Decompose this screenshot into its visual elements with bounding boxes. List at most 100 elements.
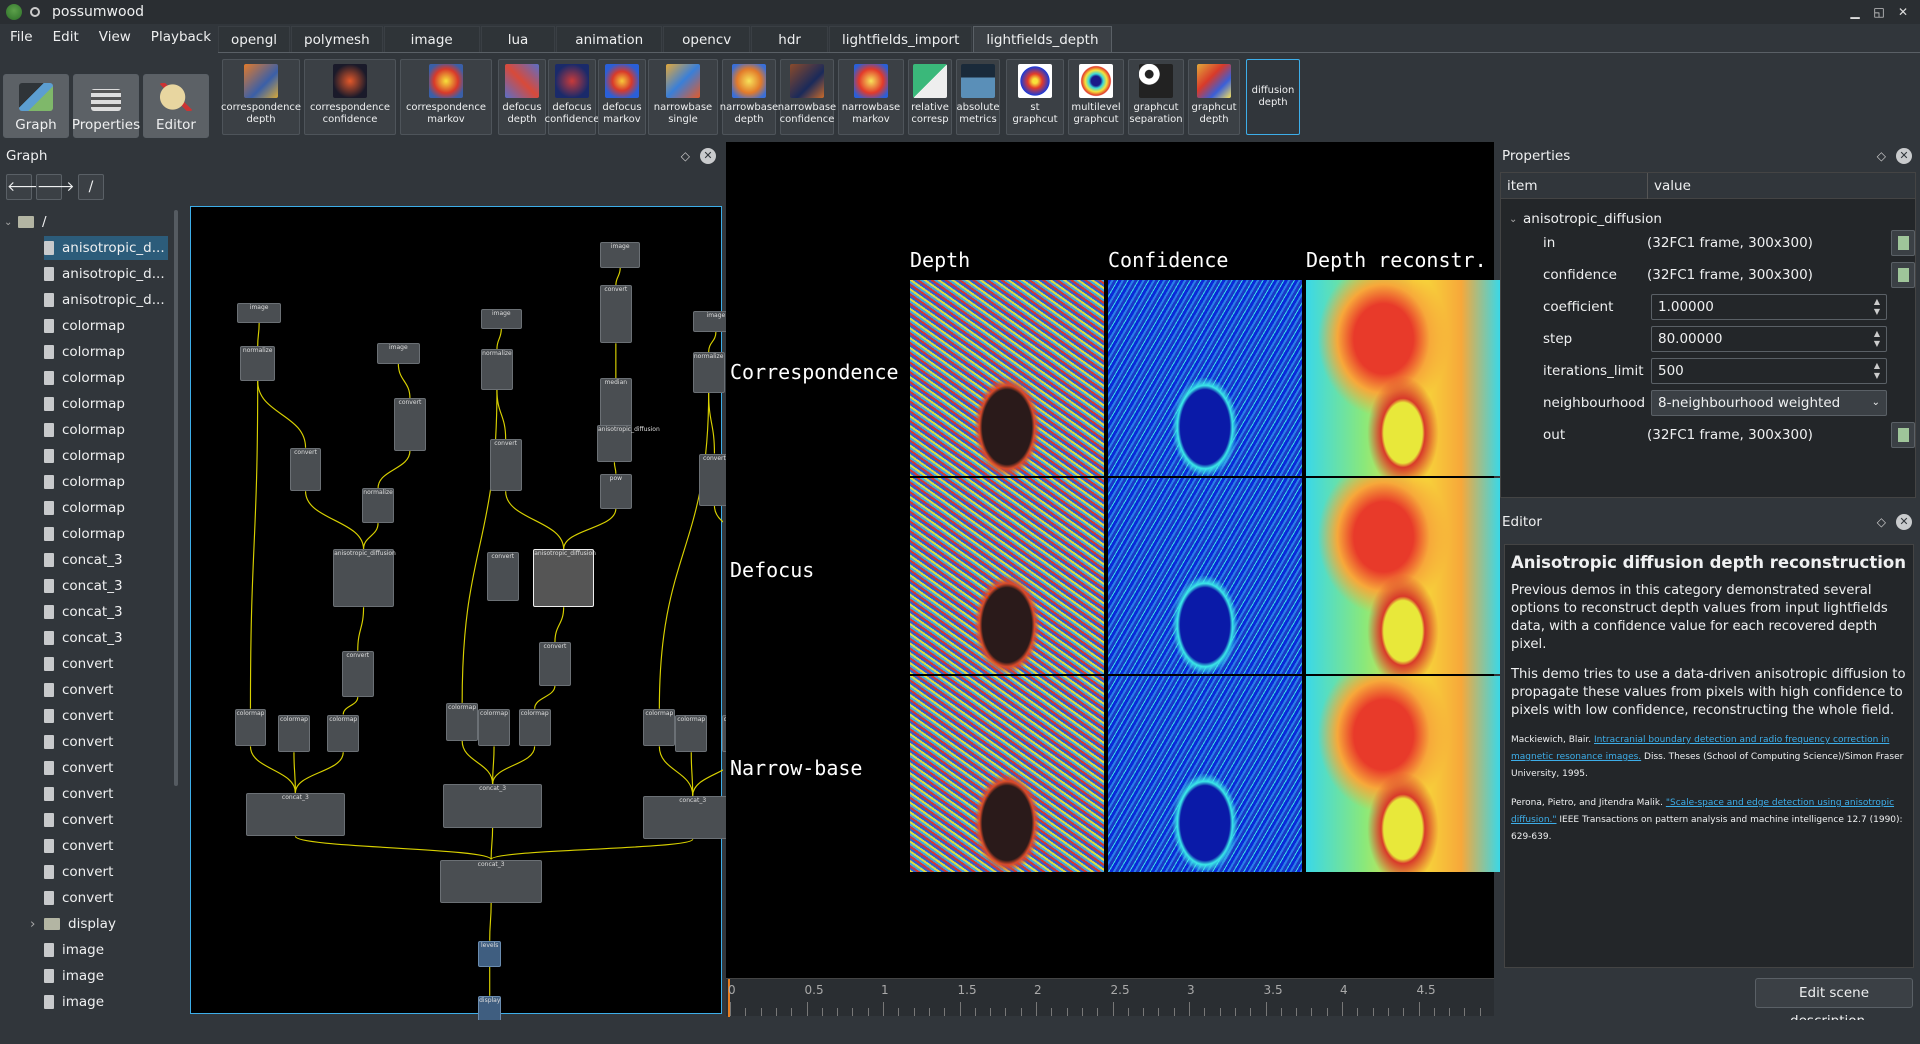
demo-button-defocus-confidence[interactable]: defocus confidence: [545, 59, 599, 135]
timeline[interactable]: 0 0.5 1 1.5 2 2.5 3 3.5 4 4.5: [726, 978, 1494, 1017]
tab-opengl[interactable]: opengl: [218, 26, 291, 52]
demo-button-graphcut-separation[interactable]: graphcut separation: [1128, 59, 1184, 135]
graph-node-colormap[interactable]: colormap: [446, 702, 479, 741]
close-window-button[interactable]: ✕: [1894, 3, 1912, 21]
tree-item-image[interactable]: image: [44, 990, 168, 1014]
graph-node-image[interactable]: image: [481, 308, 522, 329]
graph-node-colormap[interactable]: colormap: [518, 708, 551, 747]
graph-node-convert[interactable]: convert: [486, 552, 519, 602]
chevron-right-icon[interactable]: ›: [30, 916, 35, 932]
demo-button-defocus-depth[interactable]: defocus depth: [498, 59, 546, 135]
tree-item-colormap[interactable]: colormap: [44, 444, 168, 468]
tab-image[interactable]: image: [383, 26, 480, 52]
tree-item-convert[interactable]: convert: [44, 834, 168, 858]
tab-lightfields-import[interactable]: lightfields_import: [828, 26, 973, 52]
coefficient-spinbox[interactable]: 1.00000 ▲ ▼: [1651, 294, 1887, 320]
tree-item-colormap[interactable]: colormap: [44, 366, 168, 390]
graph-node-image[interactable]: image: [376, 343, 421, 364]
graph-node-colormap[interactable]: colormap: [234, 708, 267, 747]
float-panel-icon[interactable]: ◇: [1877, 515, 1886, 529]
step-spinbox[interactable]: 80.00000 ▲ ▼: [1651, 326, 1887, 352]
demo-button-diffusion-depth[interactable]: diffusion depth: [1246, 59, 1300, 135]
spin-arrows-icon[interactable]: ▲ ▼: [1874, 361, 1880, 381]
demo-button-correspondence-confidence[interactable]: correspondence confidence: [304, 59, 396, 135]
graph-node-convert[interactable]: convert: [341, 650, 374, 698]
demo-button-st-graphcut[interactable]: st graphcut: [1006, 59, 1064, 135]
chevron-down-icon[interactable]: ⌄: [1872, 391, 1880, 415]
graph-node-anisotropic[interactable]: anisotropic_diffusion: [533, 549, 596, 608]
neighbourhood-select[interactable]: 8-neighbourhood weighted ⌄: [1651, 390, 1887, 416]
maximize-button[interactable]: ◱: [1870, 3, 1888, 21]
float-panel-icon[interactable]: ◇: [681, 149, 690, 163]
pin-icon[interactable]: [30, 7, 40, 17]
graph-node-image[interactable]: image: [237, 302, 281, 323]
view-port-button[interactable]: [1891, 422, 1915, 448]
tree-item-concat_3[interactable]: concat_3: [44, 548, 168, 572]
chevron-down-icon[interactable]: ⌄: [4, 217, 18, 228]
tab-animation[interactable]: animation: [556, 26, 663, 52]
graph-node-normalize[interactable]: normalize: [362, 488, 394, 524]
tree-item-colormap[interactable]: colormap: [44, 392, 168, 416]
tree-item-convert[interactable]: convert: [44, 704, 168, 728]
demo-button-correspondence-markov[interactable]: correspondence markov: [400, 59, 492, 135]
tab-hdr[interactable]: hdr: [751, 26, 828, 52]
graph-node-colormap[interactable]: colormap: [675, 714, 708, 753]
graph-node-colormap[interactable]: colormap: [478, 708, 510, 747]
tree-item-image[interactable]: image: [44, 964, 168, 988]
tree-item-colormap[interactable]: colormap: [44, 496, 168, 520]
graph-node-display[interactable]: display: [478, 995, 502, 1022]
properties-mode-button[interactable]: Properties: [72, 74, 140, 138]
tree-item-anisotropic_d[interactable]: anisotropic_d...: [44, 236, 168, 260]
tree-scrollbar[interactable]: [174, 210, 178, 786]
graph-canvas[interactable]: imageimageimageimageimageimagenormalizec…: [190, 206, 844, 1022]
view-port-button[interactable]: [1891, 262, 1915, 288]
tab-lightfields-depth[interactable]: lightfields_depth: [973, 26, 1112, 52]
graph-node-pow[interactable]: pow: [599, 473, 632, 509]
demo-button-narrowbase-markov[interactable]: narrowbase markov: [838, 59, 904, 135]
menu-file[interactable]: File: [0, 29, 43, 45]
graph-node-convert[interactable]: convert: [599, 285, 632, 344]
float-panel-icon[interactable]: ◇: [1877, 149, 1886, 163]
editor-mode-button[interactable]: Editor: [143, 74, 209, 138]
tab-opencv[interactable]: opencv: [663, 26, 751, 52]
graph-node-normalize[interactable]: normalize: [240, 346, 276, 381]
tree-item-image[interactable]: image: [44, 938, 168, 962]
demo-button-narrowbase-depth[interactable]: narrowbase depth: [720, 59, 778, 135]
close-panel-icon[interactable]: ✕: [1896, 148, 1912, 164]
close-panel-icon[interactable]: ✕: [1896, 514, 1912, 530]
graph-node-convert[interactable]: convert: [489, 439, 522, 492]
menu-playback[interactable]: Playback: [141, 29, 221, 45]
graph-node-concat[interactable]: concat_3: [440, 859, 542, 903]
graph-node-normalize[interactable]: normalize: [481, 349, 513, 390]
tree-item-concat_3[interactable]: concat_3: [44, 626, 168, 650]
demo-button-narrowbase-single[interactable]: narrowbase single: [648, 59, 718, 135]
tree-item-convert[interactable]: convert: [44, 730, 168, 754]
demo-button-defocus-markov[interactable]: defocus markov: [598, 59, 646, 135]
minimize-button[interactable]: ▁: [1846, 3, 1864, 21]
tree-item-anisotropic_d[interactable]: anisotropic_d...: [44, 288, 168, 312]
iterations-spinbox[interactable]: 500 ▲ ▼: [1651, 358, 1887, 384]
tree-item-colormap[interactable]: colormap: [44, 470, 168, 494]
close-panel-icon[interactable]: ✕: [700, 148, 716, 164]
graph-node-concat[interactable]: concat_3: [246, 792, 345, 837]
graph-node-colormap[interactable]: colormap: [643, 708, 676, 747]
viewport[interactable]: Depth Confidence Depth reconstr. Corresp…: [726, 142, 1500, 978]
tree-item-convert[interactable]: convert: [44, 808, 168, 832]
tree-item-concat_3[interactable]: concat_3: [44, 574, 168, 598]
demo-button-relative-corresp[interactable]: relative corresp: [908, 59, 952, 135]
demo-button-multilevel-graphcut[interactable]: multilevel graphcut: [1068, 59, 1124, 135]
tree-item-convert[interactable]: convert: [44, 652, 168, 676]
tree-root[interactable]: ⌄ /: [4, 210, 47, 234]
forward-button[interactable]: 🡒: [36, 174, 75, 200]
graph-node-colormap[interactable]: colormap: [327, 714, 360, 753]
spin-arrows-icon[interactable]: ▲ ▼: [1874, 329, 1880, 349]
view-port-button[interactable]: [1891, 230, 1915, 256]
chevron-down-icon[interactable]: ⌄: [1509, 214, 1517, 225]
tree-item-convert[interactable]: convert: [44, 860, 168, 884]
demo-button-absolute-metrics[interactable]: absolute metrics: [956, 59, 1000, 135]
tree-item-convert[interactable]: convert: [44, 886, 168, 910]
tree-item-convert[interactable]: convert: [44, 756, 168, 780]
graph-node-convert[interactable]: convert: [289, 447, 322, 492]
graph-node-colormap[interactable]: colormap: [278, 714, 310, 753]
tree-item-anisotropic_d[interactable]: anisotropic_d...: [44, 262, 168, 286]
